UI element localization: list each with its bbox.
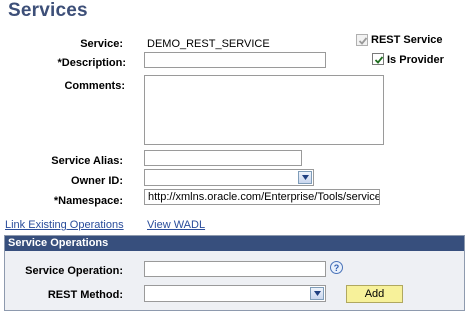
- help-icon[interactable]: ?: [330, 261, 343, 274]
- rest-service-label: REST Service: [371, 34, 443, 46]
- checkmark-icon: [374, 56, 384, 64]
- description-field[interactable]: [144, 52, 326, 68]
- service-label: Service:: [80, 38, 123, 50]
- namespace-label: *Namespace:: [53, 195, 123, 207]
- service-operation-field[interactable]: [144, 261, 326, 277]
- comments-label: Comments:: [64, 80, 125, 92]
- owner-select[interactable]: [144, 169, 314, 186]
- description-label: *Description:: [57, 57, 126, 69]
- link-existing-operations[interactable]: Link Existing Operations: [5, 219, 124, 231]
- namespace-field[interactable]: http://xmlns.oracle.com/Enterprise/Tools…: [144, 189, 380, 205]
- checkmark-icon: [358, 37, 368, 45]
- chevron-down-icon[interactable]: [310, 287, 324, 300]
- service-value: DEMO_REST_SERVICE: [147, 38, 270, 50]
- page-title: Services: [8, 0, 88, 21]
- chevron-down-icon[interactable]: [298, 171, 312, 184]
- is-provider-label: Is Provider: [387, 54, 444, 66]
- view-wadl-link[interactable]: View WADL: [147, 219, 205, 231]
- service-operation-label: Service Operation:: [25, 265, 123, 277]
- add-button[interactable]: Add: [346, 285, 403, 303]
- alias-label: Service Alias:: [51, 155, 123, 167]
- service-operations-header: Service Operations: [5, 236, 464, 251]
- alias-field[interactable]: [144, 150, 302, 166]
- comments-textarea[interactable]: [144, 75, 384, 145]
- rest-method-label: REST Method:: [47, 289, 123, 301]
- rest-service-checkbox[interactable]: [356, 34, 368, 46]
- is-provider-checkbox[interactable]: [372, 53, 384, 65]
- rest-method-select[interactable]: [144, 285, 326, 302]
- owner-label: Owner ID:: [71, 175, 123, 187]
